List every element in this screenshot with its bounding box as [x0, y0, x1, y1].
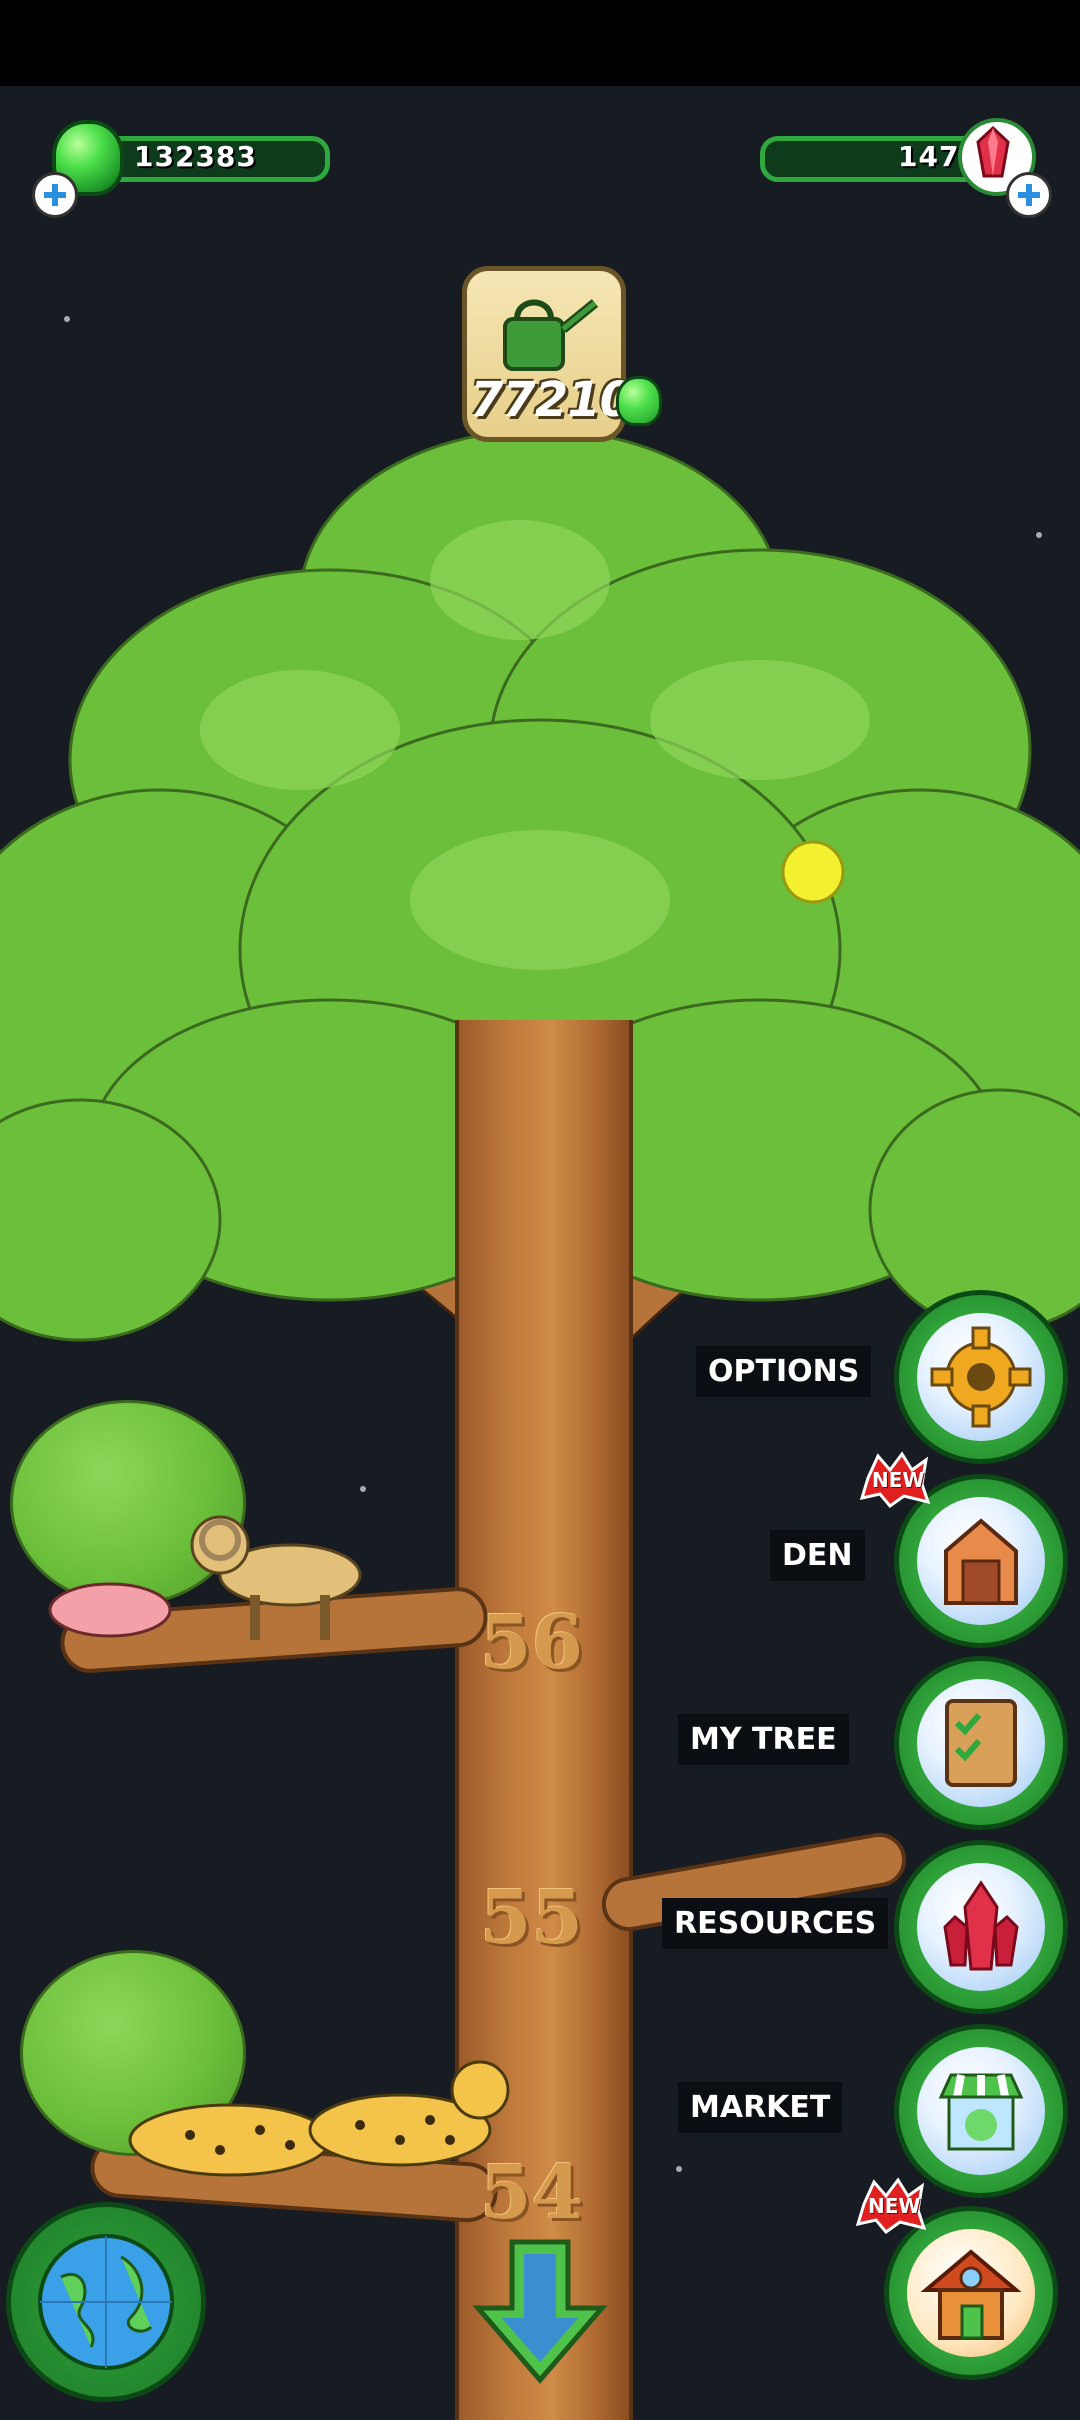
- star: [360, 1486, 366, 1492]
- plus-icon[interactable]: [1006, 172, 1052, 218]
- menu-label-options[interactable]: OPTIONS: [696, 1346, 872, 1397]
- red-currency-value: 147: [898, 140, 960, 173]
- den-icon: [917, 1497, 1045, 1625]
- green-currency[interactable]: 132383: [30, 120, 350, 218]
- new-badge: NEW: [859, 1450, 931, 1509]
- scroll-down-button[interactable]: [470, 2236, 610, 2386]
- watering-amount: 77210: [470, 372, 633, 428]
- green-gem-icon: [616, 376, 662, 426]
- star: [64, 316, 70, 322]
- market-icon: [917, 2047, 1045, 2175]
- resources-button[interactable]: [894, 1840, 1068, 2014]
- market-button[interactable]: [894, 2024, 1068, 2198]
- globe-icon: [38, 2234, 174, 2370]
- globe-button[interactable]: [6, 2202, 206, 2402]
- checklist-icon: [917, 1679, 1045, 1807]
- animals-level-54[interactable]: [100, 2040, 530, 2210]
- menu-label-market[interactable]: MARKET: [678, 2082, 843, 2133]
- level-number: 56: [480, 1600, 583, 1686]
- gear-icon: [917, 1313, 1045, 1441]
- level-number: 55: [480, 1875, 583, 1961]
- star: [676, 2166, 682, 2172]
- fruit-icon[interactable]: [781, 840, 845, 904]
- green-currency-value: 132383: [134, 140, 257, 173]
- new-badge: NEW: [855, 2176, 927, 2235]
- house-icon: [907, 2229, 1035, 2357]
- menu-label-resources[interactable]: RESOURCES: [662, 1898, 889, 1949]
- crystal-icon: [917, 1863, 1045, 1991]
- red-currency[interactable]: 147: [730, 118, 1060, 218]
- level-number: 54: [480, 2150, 583, 2236]
- my-tree-button[interactable]: [894, 1656, 1068, 1830]
- animals-level-56[interactable]: [40, 1500, 380, 1650]
- down-arrow-icon: [472, 2239, 608, 2384]
- menu-label-my-tree[interactable]: MY TREE: [678, 1714, 849, 1765]
- menu-label-den[interactable]: DEN: [770, 1530, 865, 1581]
- plus-icon[interactable]: [32, 172, 78, 218]
- status-bar: [0, 0, 1080, 86]
- watering-can-icon: [503, 299, 599, 371]
- options-button[interactable]: [894, 1290, 1068, 1464]
